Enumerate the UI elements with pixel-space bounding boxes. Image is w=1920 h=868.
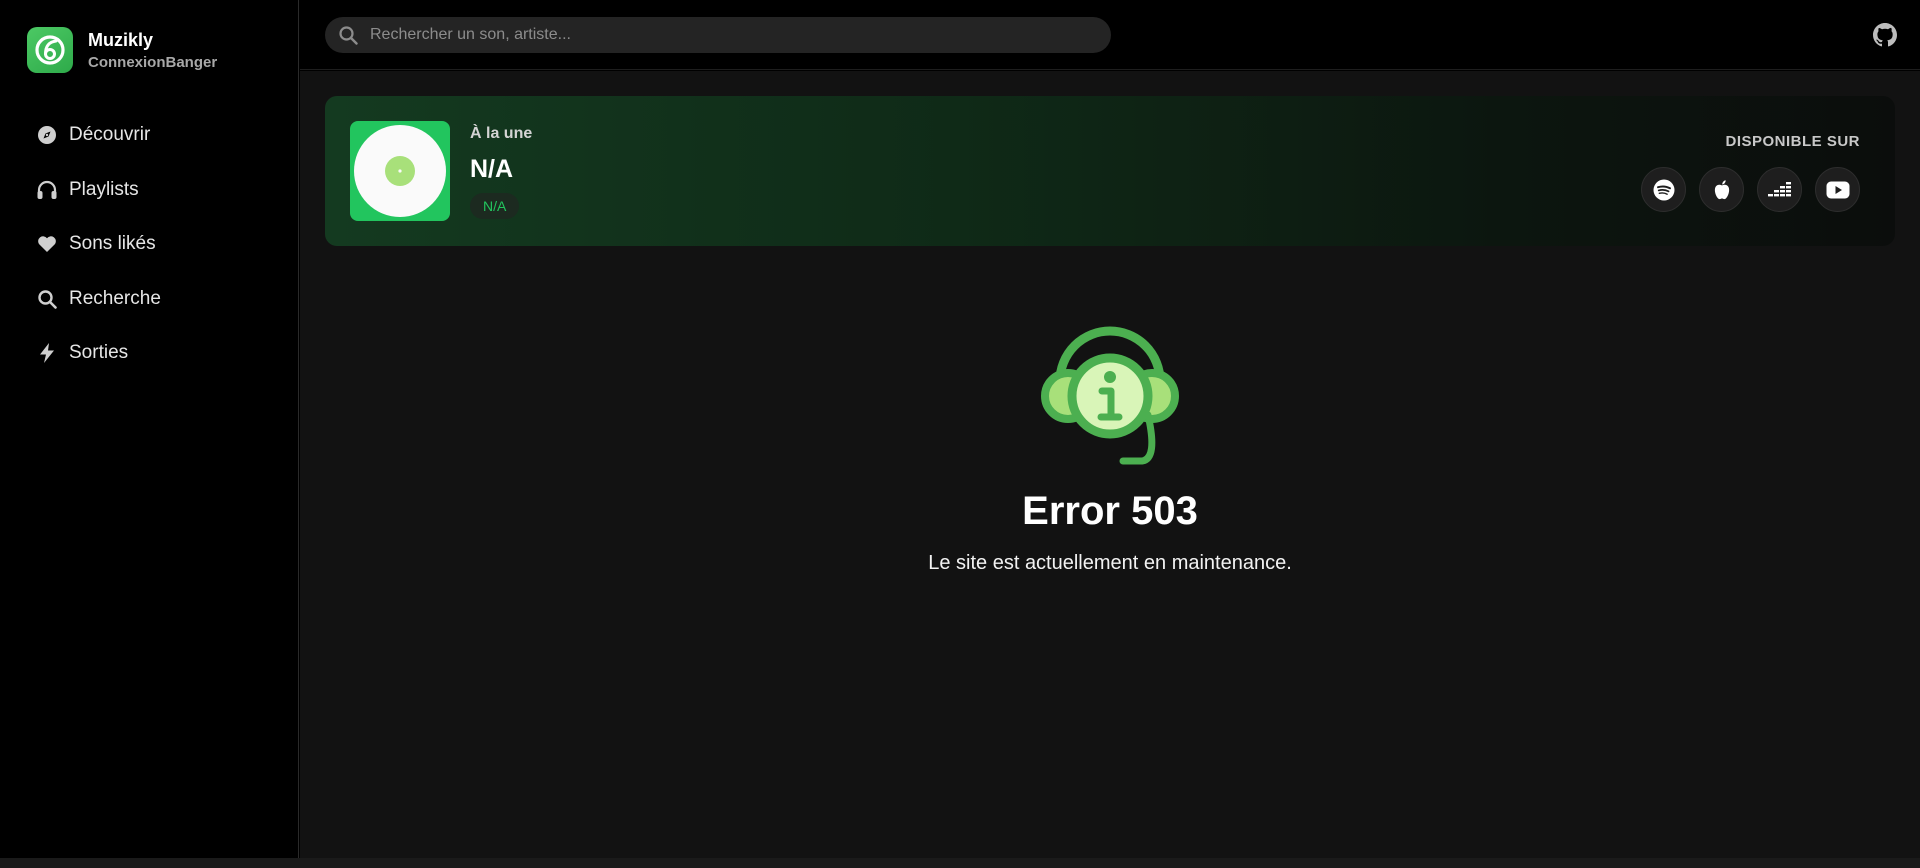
search-input[interactable] (368, 25, 1111, 45)
sidebar-nav: Découvrir Playlists Sons likés Recherche… (0, 108, 299, 381)
error-message: Le site est actuellement en maintenance. (928, 552, 1292, 574)
apple-icon (1712, 179, 1732, 201)
sidebar-item-label: Sons likés (69, 233, 156, 255)
deezer-icon (1767, 181, 1792, 199)
spotify-icon (1653, 179, 1675, 201)
sidebar-item-label: Playlists (69, 178, 139, 200)
youtube-button[interactable] (1815, 167, 1860, 212)
error-title: Error 503 (1022, 489, 1198, 533)
github-icon[interactable] (1873, 23, 1897, 47)
topbar (300, 0, 1920, 70)
app-subtitle: ConnexionBanger (88, 53, 218, 71)
sidebar-item-sorties[interactable]: Sorties (0, 326, 299, 381)
main-content: À la une N/A N/A DISPONIBLE SUR Error 50… (300, 71, 1920, 858)
featured-tag: N/A (470, 193, 520, 219)
headphones-icon (36, 179, 58, 201)
sidebar-item-label: Sorties (69, 342, 129, 364)
bolt-icon (36, 342, 58, 364)
sidebar-item-label: Recherche (69, 287, 161, 309)
spotify-button[interactable] (1641, 167, 1686, 212)
featured-title: N/A (470, 155, 514, 183)
sidebar-item-decouvrir[interactable]: Découvrir (0, 108, 299, 163)
compass-icon (36, 124, 58, 146)
sidebar-item-sons-likes[interactable]: Sons likés (0, 217, 299, 272)
available-label: DISPONIBLE SUR (1725, 133, 1860, 150)
app-window: Muzikly ConnexionBanger Découvrir Playli… (0, 0, 1920, 868)
search-icon (338, 25, 358, 45)
youtube-icon (1826, 181, 1850, 199)
error-panel: Error 503 Le site est actuellement en ma… (300, 311, 1920, 575)
support-headset-info-icon (300, 311, 1920, 467)
search-icon (36, 288, 58, 310)
featured-kicker: À la une (470, 125, 533, 142)
platform-links (1641, 167, 1860, 212)
apple-music-button[interactable] (1699, 167, 1744, 212)
deezer-button[interactable] (1757, 167, 1802, 212)
bottom-strip (0, 858, 1920, 868)
album-cover (350, 121, 450, 221)
sidebar-item-label: Découvrir (69, 124, 151, 146)
sidebar: Muzikly ConnexionBanger Découvrir Playli… (0, 0, 299, 858)
app-logo-icon (27, 27, 73, 73)
sidebar-item-recherche[interactable]: Recherche (0, 272, 299, 327)
sidebar-item-playlists[interactable]: Playlists (0, 163, 299, 218)
search-bar[interactable] (325, 17, 1111, 53)
featured-card[interactable]: À la une N/A N/A DISPONIBLE SUR (325, 96, 1895, 246)
brand[interactable]: Muzikly ConnexionBanger (27, 27, 217, 73)
app-name: Muzikly (88, 29, 154, 50)
heart-icon (36, 233, 58, 255)
vinyl-icon (353, 124, 447, 218)
